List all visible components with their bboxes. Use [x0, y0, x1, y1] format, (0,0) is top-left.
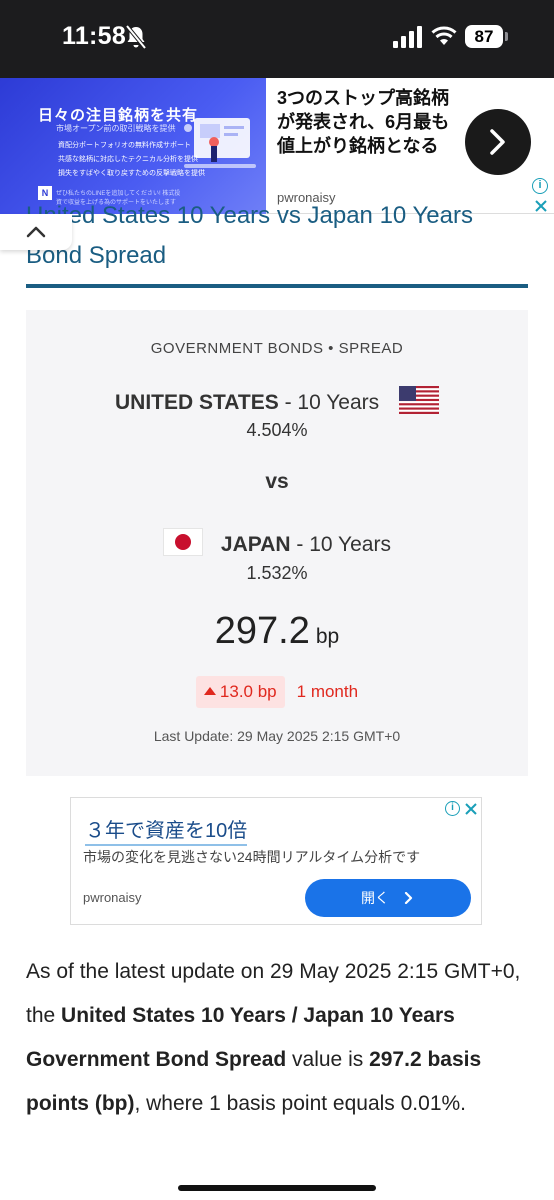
vs-label: vs — [265, 470, 289, 493]
summary-text: , where 1 basis point equals 0.01%. — [134, 1092, 467, 1115]
japan-flag-icon — [163, 528, 204, 556]
chevron-up-icon — [26, 226, 46, 238]
ad-description: 市場の変化を見逃さない24時間リアルタイム分析です — [83, 849, 421, 865]
ad-image-line: 資配分ポートフォリオの無料作成サポート — [58, 142, 191, 149]
summary-paragraph: As of the latest update on 29 May 2025 2… — [26, 950, 526, 1126]
country-term: - 10 Years — [290, 533, 391, 556]
change-row: 13.0 bp 1 month — [26, 676, 528, 708]
us-flag-icon — [398, 386, 439, 414]
country-row-us[interactable]: UNITED STATES - 10 Years — [26, 386, 528, 415]
ad-image-title: 日々の注目銘柄を共有 — [38, 107, 199, 124]
ad-image-line: 共感な銘柄に対応したテクニカル分析を提供 — [58, 156, 198, 163]
change-value: 13.0 bp — [219, 682, 277, 701]
chevron-right-icon — [490, 129, 505, 155]
mid-ad[interactable]: ３年で資産を10倍 市場の変化を見逃さない24時間リアルタイム分析です pwro… — [70, 797, 482, 925]
country-row-japan[interactable]: JAPAN - 10 Years — [26, 528, 528, 557]
chevron-right-icon — [404, 891, 413, 905]
ad-source: pwronaisy — [83, 890, 142, 905]
battery-tip — [505, 32, 508, 41]
country-name: UNITED STATES — [115, 391, 279, 414]
ad-info-icon[interactable]: i — [445, 801, 460, 816]
arrow-up-icon — [203, 687, 216, 695]
summary-text: value is — [286, 1048, 370, 1071]
close-icon[interactable] — [533, 198, 549, 214]
title-divider — [26, 284, 528, 288]
collapse-ad-button[interactable] — [0, 214, 72, 250]
presentation-illustration-icon — [184, 118, 256, 168]
ad-headline[interactable]: 3つのストップ高銘柄が発表され、6月最も値上がり銘柄となる — [277, 86, 457, 158]
last-update: Last Update: 29 May 2025 2:15 GMT+0 — [153, 728, 401, 744]
ad-next-button[interactable] — [465, 109, 531, 175]
country-name: JAPAN — [220, 533, 291, 556]
ad-info-icon[interactable]: i — [532, 178, 548, 194]
ad-open-label: 開く — [361, 890, 390, 906]
yield-value-us: 4.504% — [246, 420, 308, 440]
ad-image[interactable]: 日々の注目銘柄を共有 市場オープン前の取引戦略を提供 資配分ポートフォリオの無料… — [0, 78, 266, 214]
yield-value-japan: 1.532% — [246, 563, 308, 583]
home-indicator — [178, 1185, 376, 1191]
article-title: United States 10 Years vs Japan 10 Years… — [26, 202, 473, 269]
status-time: 11:58 — [62, 22, 127, 50]
change-period: 1 month — [296, 682, 359, 701]
cellular-signal-icon — [393, 26, 422, 48]
card-category: GOVERNMENT BONDS • SPREAD — [150, 340, 404, 357]
top-ad-banner[interactable]: 日々の注目銘柄を共有 市場オープン前の取引戦略を提供 資配分ポートフォリオの無料… — [0, 78, 554, 214]
ad-image-subtitle: 市場オープン前の取引戦略を提供 — [56, 124, 176, 133]
spread-unit: bp — [315, 625, 340, 648]
spread-card: GOVERNMENT BONDS • SPREAD UNITED STATES … — [26, 310, 528, 776]
bell-slash-icon — [125, 24, 147, 50]
status-bar: 11:58 87 — [0, 0, 554, 78]
spread-number: 297.2 — [214, 610, 310, 652]
ad-title[interactable]: ３年で資産を10倍 — [85, 814, 248, 846]
ad-open-button[interactable]: 開く — [305, 879, 471, 917]
country-term: - 10 Years — [278, 391, 380, 414]
battery-indicator: 87 — [465, 25, 503, 48]
wifi-icon — [431, 26, 457, 45]
close-icon[interactable] — [464, 802, 478, 816]
spread-value: 297.2 bp — [26, 610, 528, 653]
change-badge: 13.0 bp — [195, 676, 285, 708]
